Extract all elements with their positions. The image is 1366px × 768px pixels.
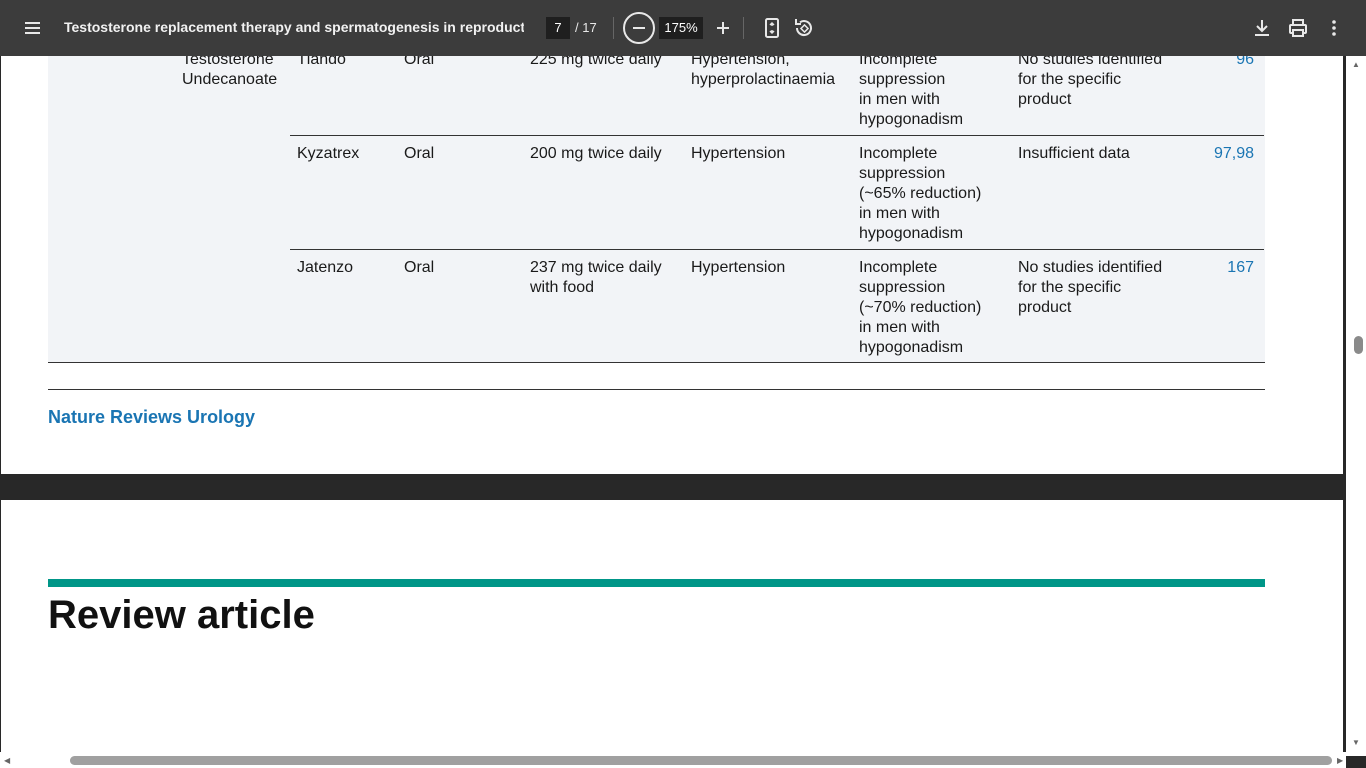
row-1-suppression: Incomplete suppression in men with hypog…	[859, 56, 964, 128]
row-1-dose: 225 mg twice daily	[530, 56, 662, 68]
row-3-fertility: No studies identified for the specific p…	[1018, 259, 1163, 316]
pdf-toolbar: Testosterone replacement therapy and spe…	[0, 0, 1366, 56]
scroll-up-arrow[interactable]: ▲	[1352, 60, 1360, 69]
row-1-name: Tlando	[297, 56, 346, 68]
journal-name: Nature Reviews Urology	[48, 407, 256, 427]
row-1-refs[interactable]: 96	[1194, 56, 1254, 70]
row-3-suppression: Incomplete suppression (~70% reduction) …	[859, 259, 982, 356]
scroll-down-arrow[interactable]: ▼	[1352, 738, 1360, 747]
vertical-scrollbar[interactable]	[1346, 56, 1366, 756]
row-2-effects: Hypertension	[691, 145, 786, 162]
pdf-page-8: Review article	[1, 500, 1343, 768]
row-divider	[290, 135, 1264, 136]
vertical-scroll-thumb[interactable]	[1354, 336, 1363, 354]
table-bottom-border	[48, 362, 1265, 363]
row-2-suppression: Incomplete suppression (~65% reduction) …	[859, 145, 982, 242]
row-1-fertility: No studies identified for the specific p…	[1018, 56, 1163, 108]
group-label: Testosterone Undecanoate	[182, 56, 278, 88]
page-total: / 17	[575, 20, 597, 35]
row-1-route: Oral	[404, 56, 435, 68]
zoom-in-button[interactable]	[713, 18, 733, 38]
zoom-level-input[interactable]: 175%	[659, 17, 703, 39]
document-title: Testosterone replacement therapy and spe…	[64, 19, 524, 35]
print-icon[interactable]	[1286, 16, 1310, 40]
row-2-name: Kyzatrex	[297, 145, 360, 162]
scroll-right-arrow[interactable]: ▶	[1337, 756, 1343, 765]
row-3-dose: 237 mg twice daily with food	[530, 259, 662, 296]
section-accent-bar	[48, 579, 1265, 587]
zoom-out-button[interactable]	[623, 12, 655, 44]
more-options-icon[interactable]	[1322, 16, 1346, 40]
row-2-fertility: Insufficient data	[1018, 145, 1130, 162]
footer-divider	[48, 389, 1265, 390]
pdf-page-7: Testosterone Undecanoate Tlando Oral 225…	[1, 56, 1343, 474]
minus-icon	[633, 27, 645, 29]
row-3-name: Jatenzo	[297, 259, 354, 276]
row-3-route: Oral	[404, 259, 435, 276]
row-1-effects: Hypertension, hyperprolactinaemia	[691, 56, 836, 88]
rotate-icon[interactable]	[792, 16, 816, 40]
row-3-refs[interactable]: 167	[1194, 258, 1254, 278]
toolbar-divider	[743, 17, 744, 39]
row-2-dose: 200 mg twice daily	[530, 145, 662, 162]
toolbar-divider	[613, 17, 614, 39]
row-2-refs[interactable]: 97,98	[1194, 144, 1254, 164]
download-icon[interactable]	[1250, 16, 1274, 40]
row-2-route: Oral	[404, 145, 435, 162]
scroll-left-arrow[interactable]: ◀	[4, 756, 10, 765]
page-number-input[interactable]: 7	[546, 17, 570, 39]
fit-page-icon[interactable]	[760, 16, 784, 40]
row-divider	[290, 249, 1264, 250]
horizontal-scroll-thumb[interactable]	[70, 756, 1332, 765]
menu-icon[interactable]	[20, 16, 44, 40]
page-heading: Review article	[48, 593, 315, 637]
row-3-effects: Hypertension	[691, 259, 786, 276]
